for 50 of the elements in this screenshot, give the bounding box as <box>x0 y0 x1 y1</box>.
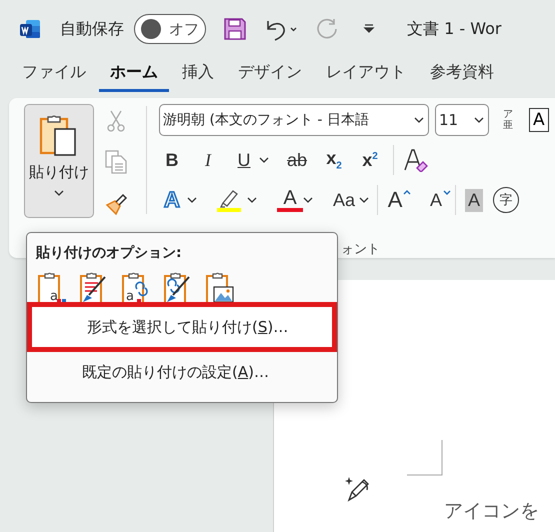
customize-caret-icon[interactable] <box>363 23 375 35</box>
phonetic-guide-button[interactable]: ア 亜 <box>499 109 517 131</box>
autosave-label: 自動保存 <box>60 18 124 40</box>
caret-icon[interactable] <box>359 197 370 203</box>
document-title: 文書 1 - Wor <box>407 18 502 40</box>
caret-icon[interactable] <box>259 157 269 163</box>
down-caret-icon <box>443 190 452 195</box>
clear-formatting-icon[interactable] <box>403 148 430 172</box>
highlighter-icon[interactable] <box>217 188 243 212</box>
up-caret-icon <box>403 190 412 195</box>
character-shading-button[interactable]: A <box>465 188 484 212</box>
autosave-toggle[interactable]: オフ <box>134 14 206 44</box>
save-icon[interactable] <box>223 17 247 41</box>
body-text: アイコンを <box>444 499 539 524</box>
group-label: ォント <box>341 241 380 258</box>
font-color-button[interactable]: A <box>277 188 303 208</box>
caret-icon[interactable] <box>247 197 257 203</box>
font-size-dropdown[interactable]: 11 <box>435 104 489 136</box>
character-border-button[interactable]: A <box>529 108 549 132</box>
ribbon-tab[interactable]: 参考資料 <box>419 58 505 92</box>
paste-button[interactable]: 貼り付け <box>24 104 94 218</box>
caret-icon <box>414 117 424 123</box>
clipboard-icon <box>39 113 79 159</box>
enclose-characters-button[interactable]: 字 <box>493 187 520 213</box>
grow-font-button[interactable]: A <box>387 187 404 213</box>
caret-icon[interactable] <box>187 197 197 203</box>
margin-corner-mark <box>407 440 443 476</box>
clipboard-picture-icon[interactable] <box>205 272 235 304</box>
caret-icon[interactable] <box>303 197 313 203</box>
superscript-button[interactable]: x$^{2}$ <box>357 148 384 172</box>
subscript-button[interactable]: x$_{2}$ <box>321 146 348 174</box>
ribbon-tab[interactable]: ホーム <box>99 58 169 92</box>
word-logo-icon <box>18 17 42 41</box>
change-case-button[interactable]: Aa <box>329 188 360 212</box>
shrink-font-button[interactable]: A <box>429 190 444 210</box>
strikethrough-button[interactable]: ab <box>283 148 312 172</box>
caret-icon <box>54 190 64 196</box>
italic-button[interactable]: I <box>195 148 221 172</box>
underline-button[interactable]: U <box>231 148 257 172</box>
ribbon-tab[interactable]: デザイン <box>227 58 313 92</box>
ribbon-tab[interactable]: レイアウト <box>315 58 417 92</box>
bold-button[interactable]: B <box>159 148 185 172</box>
ribbon-tab[interactable]: ファイル <box>11 58 97 92</box>
menu-title: 貼り付けのオプション: <box>36 244 183 262</box>
ribbon-tab[interactable]: 挿入 <box>171 58 225 92</box>
menu-item[interactable]: 形式を選択して貼り付け(S)… <box>27 302 337 352</box>
paintbrush-icon[interactable] <box>104 192 128 216</box>
caret-icon <box>474 117 484 123</box>
font-name-dropdown[interactable]: 游明朝 (本文のフォント - 日本語 <box>159 104 429 136</box>
menu-item[interactable]: 既定の貼り付けの設定(A)… <box>27 352 337 392</box>
